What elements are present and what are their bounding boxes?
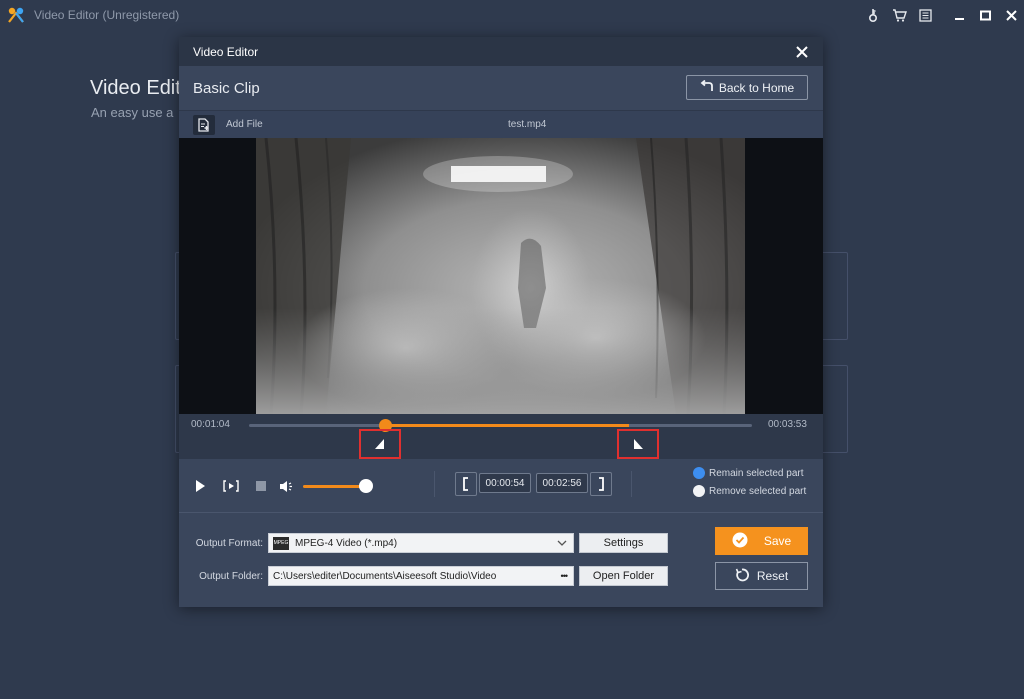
- radio-unselected-icon: [693, 485, 705, 497]
- volume-slider[interactable]: [303, 485, 367, 488]
- add-file-link[interactable]: Add File: [226, 119, 263, 130]
- top-toolbar: [860, 0, 1024, 30]
- dialog-title: Video Editor: [193, 45, 259, 59]
- radio-selected-icon: [693, 467, 705, 479]
- output-folder-path: C:\Users\editer\Documents\Aiseesoft Stud…: [273, 570, 497, 582]
- dialog-close-icon[interactable]: [795, 45, 809, 59]
- playback-controls: 00:00:54 00:02:56 Remain selected part R…: [179, 459, 823, 512]
- dialog-titlebar: Video Editor: [179, 37, 823, 66]
- section-title: Basic Clip: [193, 80, 260, 97]
- chevron-down-icon: [557, 538, 567, 549]
- open-folder-button[interactable]: Open Folder: [579, 566, 668, 586]
- time-start-label: 00:01:04: [191, 419, 230, 430]
- page-subtitle: An easy use a: [91, 105, 174, 120]
- divider: [434, 471, 435, 497]
- video-editor-dialog: Video Editor Basic Clip Back to Home Add…: [179, 37, 823, 607]
- video-frame: [256, 138, 745, 414]
- volume-icon[interactable]: [279, 478, 295, 494]
- app-logo-icon: [6, 5, 26, 25]
- timeline-track[interactable]: [249, 419, 752, 432]
- app-title: Video Editor (Unregistered): [34, 8, 180, 22]
- save-button[interactable]: Save: [715, 527, 808, 555]
- time-end-label: 00:03:53: [768, 419, 807, 430]
- clip-start-time[interactable]: 00:00:54: [479, 473, 531, 493]
- set-start-button[interactable]: [455, 472, 477, 496]
- add-file-icon[interactable]: [193, 115, 215, 135]
- close-icon[interactable]: [998, 0, 1024, 30]
- clip-end-handle[interactable]: [616, 429, 659, 459]
- clip-preview-icon[interactable]: [223, 478, 239, 494]
- divider: [631, 471, 632, 497]
- volume-handle[interactable]: [359, 479, 374, 493]
- reset-button[interactable]: Reset: [715, 562, 808, 590]
- clip-start-handle[interactable]: [358, 429, 401, 459]
- key-icon[interactable]: [860, 0, 886, 30]
- dialog-header: Basic Clip Back to Home: [179, 66, 823, 110]
- section-divider: [179, 512, 823, 513]
- reset-label: Reset: [756, 569, 789, 583]
- mpeg-format-icon: MPEG: [273, 536, 289, 550]
- app-titlebar: Video Editor (Unregistered): [0, 0, 1024, 30]
- cart-icon[interactable]: [886, 0, 912, 30]
- set-end-button[interactable]: [590, 472, 612, 496]
- timeline: 00:01:04 00:03:53: [179, 414, 823, 459]
- file-bar: Add File test.mp4: [179, 110, 823, 138]
- minimize-icon[interactable]: [946, 0, 972, 30]
- timeline-selection: [384, 424, 629, 427]
- remain-selected-label: Remain selected part: [709, 467, 804, 479]
- play-icon[interactable]: [193, 478, 207, 494]
- maximize-icon[interactable]: [972, 0, 998, 30]
- settings-button[interactable]: Settings: [579, 533, 668, 553]
- video-preview[interactable]: [179, 138, 823, 414]
- output-format-value: MPEG-4 Video (*.mp4): [295, 537, 398, 549]
- file-name: test.mp4: [508, 119, 547, 130]
- save-label: Save: [763, 534, 792, 548]
- browse-more-icon[interactable]: •••: [561, 571, 569, 581]
- output-format-select[interactable]: MPEG MPEG-4 Video (*.mp4): [268, 533, 574, 553]
- output-folder-label: Output Folder:: [199, 571, 263, 582]
- check-circle-icon: [732, 532, 748, 551]
- back-to-home-button[interactable]: Back to Home: [686, 75, 808, 100]
- back-to-home-label: Back to Home: [718, 80, 795, 95]
- output-folder-field[interactable]: C:\Users\editer\Documents\Aiseesoft Stud…: [268, 566, 574, 586]
- remove-selected-label: Remove selected part: [709, 485, 807, 497]
- output-format-label: Output Format:: [195, 538, 263, 549]
- clip-end-time[interactable]: 00:02:56: [536, 473, 588, 493]
- back-arrow-icon: [700, 79, 714, 95]
- stop-icon[interactable]: [255, 478, 267, 494]
- remain-selected-option[interactable]: Remain selected part: [693, 467, 804, 479]
- page-title: Video Edit: [90, 77, 181, 99]
- feedback-icon[interactable]: [912, 0, 938, 30]
- remove-selected-option[interactable]: Remove selected part: [693, 485, 806, 497]
- reset-icon: [735, 568, 749, 585]
